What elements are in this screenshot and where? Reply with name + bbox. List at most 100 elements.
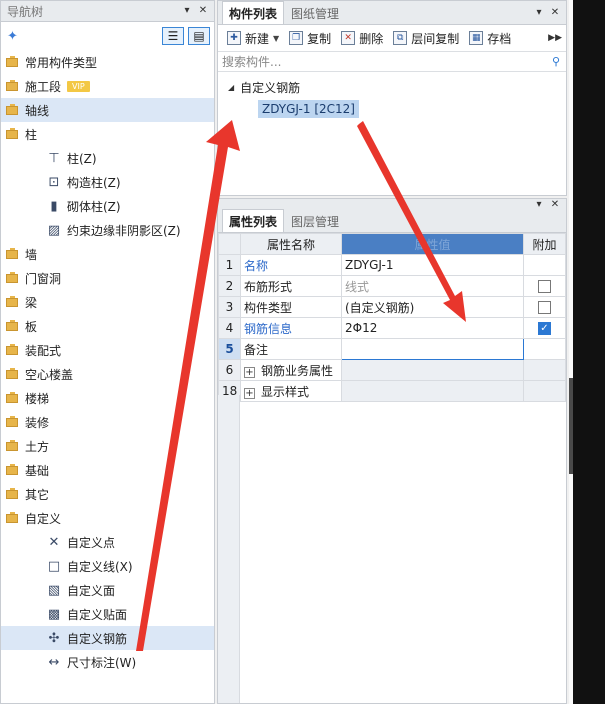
nav-subitem[interactable]: ↔ 尺寸标注(W) bbox=[1, 650, 214, 674]
folder-icon bbox=[6, 319, 18, 331]
property-name: 布筋形式 bbox=[240, 275, 342, 297]
tab-property-list[interactable]: 属性列表 bbox=[222, 209, 285, 232]
nav-subitem[interactable]: ▧ 自定义面 bbox=[1, 578, 214, 602]
nav-category-item[interactable]: 楼梯 bbox=[1, 386, 214, 410]
nav-category-item[interactable]: 门窗洞 bbox=[1, 266, 214, 290]
nav-category-item[interactable]: 其它 bbox=[1, 482, 214, 506]
copy-button[interactable]: ❐ 复制 bbox=[284, 27, 336, 49]
add-sparkle-icon[interactable]: ✦ bbox=[7, 29, 18, 44]
component-search[interactable]: 搜索构件... ⚲ bbox=[218, 52, 566, 72]
table-row[interactable]: 18 + 显示样式 bbox=[218, 380, 566, 402]
nav-category-item[interactable]: 墙 bbox=[1, 242, 214, 266]
nav-subitem[interactable]: ▨ 约束边缘非阴影区(Z) bbox=[1, 218, 214, 242]
folder-icon bbox=[6, 343, 18, 355]
nav-category-item[interactable]: 基础 bbox=[1, 458, 214, 482]
expand-icon[interactable]: + bbox=[244, 387, 255, 399]
folder-icon bbox=[6, 55, 18, 67]
close-icon[interactable]: ✕ bbox=[196, 3, 210, 17]
nav-category-item[interactable]: 轴线 bbox=[1, 98, 214, 122]
tab-component-list[interactable]: 构件列表 bbox=[222, 1, 285, 24]
nav-category-item[interactable]: 柱 bbox=[1, 122, 214, 146]
nav-item-label: 板 bbox=[25, 319, 38, 334]
save-button[interactable]: ▦ 存档 bbox=[464, 27, 516, 49]
search-input[interactable]: 搜索构件... bbox=[222, 53, 281, 70]
add-checkbox[interactable] bbox=[538, 300, 551, 314]
nav-category-item[interactable]: 板 bbox=[1, 314, 214, 338]
floor-copy-button[interactable]: ⧉ 层间复制 bbox=[388, 27, 464, 49]
table-header-row: 属性名称 属性值 附加 bbox=[218, 233, 566, 255]
search-icon[interactable]: ⚲ bbox=[552, 55, 560, 68]
add-checkbox-checked[interactable]: ✓ bbox=[538, 321, 551, 335]
nav-category-item[interactable]: 常用构件类型 bbox=[1, 50, 214, 74]
close-icon[interactable]: ✕ bbox=[548, 5, 562, 19]
scrollbar-thumb[interactable] bbox=[569, 378, 573, 474]
chevron-down-icon[interactable]: ▼ bbox=[273, 34, 279, 43]
property-value[interactable]: 2Φ12 bbox=[341, 317, 524, 339]
nav-subitem[interactable]: ✣ 自定义钢筋 bbox=[1, 626, 214, 650]
header-value[interactable]: 属性值 bbox=[341, 233, 524, 255]
nav-item-label: 自定义点 bbox=[67, 535, 116, 550]
property-group[interactable]: + 显示样式 bbox=[240, 380, 342, 402]
nav-category-item[interactable]: 装修 bbox=[1, 410, 214, 434]
table-row[interactable]: 4 钢筋信息 2Φ12 ✓ bbox=[218, 317, 566, 339]
tree-child-node[interactable]: ZDYGJ-1 [2C12] bbox=[218, 98, 566, 120]
table-row[interactable]: 1 名称 ZDYGJ-1 bbox=[218, 254, 566, 276]
add-cell bbox=[523, 338, 566, 360]
nav-subitem[interactable]: ✕ 自定义点 bbox=[1, 530, 214, 554]
delete-button[interactable]: ✕ 删除 bbox=[336, 27, 388, 49]
table-row[interactable]: 3 构件类型 (自定义钢筋) bbox=[218, 296, 566, 318]
add-checkbox[interactable] bbox=[538, 279, 551, 293]
pin-icon[interactable]: ▾ bbox=[532, 197, 546, 211]
tile-view-icon[interactable]: ▤ bbox=[188, 27, 210, 45]
tab-drawing-management[interactable]: 图纸管理 bbox=[284, 2, 346, 24]
close-icon[interactable]: ✕ bbox=[548, 197, 562, 211]
nav-toolbar: ✦ ☰ ▤ bbox=[1, 22, 214, 50]
nav-item-label: 轴线 bbox=[25, 103, 50, 118]
nav-item-label: 梁 bbox=[25, 295, 38, 310]
nav-subitem[interactable]: ▩ 自定义贴面 bbox=[1, 602, 214, 626]
table-row[interactable]: 6 + 钢筋业务属性 bbox=[218, 359, 566, 381]
table-row[interactable]: 5 备注 bbox=[218, 338, 566, 360]
custom-line-icon: □ bbox=[47, 558, 61, 574]
property-value bbox=[341, 380, 524, 402]
component-tree: ◢ 自定义钢筋 ZDYGJ-1 [2C12] bbox=[218, 72, 566, 120]
nav-category-item[interactable]: 装配式 bbox=[1, 338, 214, 362]
nav-item-label: 土方 bbox=[25, 439, 50, 454]
scrollbar-track[interactable] bbox=[569, 0, 573, 704]
property-value[interactable]: (自定义钢筋) bbox=[341, 296, 524, 318]
nav-category-item[interactable]: 施工段 VIP bbox=[1, 74, 214, 98]
property-value[interactable]: ZDYGJ-1 bbox=[341, 254, 524, 276]
property-group-label: 钢筋业务属性 bbox=[261, 363, 334, 378]
nav-category-item[interactable]: 空心楼盖 bbox=[1, 362, 214, 386]
nav-item-label: 砌体柱(Z) bbox=[67, 199, 121, 214]
custom-face-icon: ▧ bbox=[47, 582, 61, 598]
tab-layer-management[interactable]: 图层管理 bbox=[284, 210, 346, 232]
nav-item-label: 柱 bbox=[25, 127, 38, 142]
nav-subitem[interactable]: ⊤ 柱(Z) bbox=[1, 146, 214, 170]
property-value[interactable]: 线式 bbox=[341, 275, 524, 297]
table-row[interactable]: 2 布筋形式 线式 bbox=[218, 275, 566, 297]
nav-subitem[interactable]: ⊡ 构造柱(Z) bbox=[1, 170, 214, 194]
property-name: 钢筋信息 bbox=[240, 317, 342, 339]
pin-icon[interactable]: ▾ bbox=[532, 5, 546, 19]
nav-subitem[interactable]: □ 自定义线(X) bbox=[1, 554, 214, 578]
nav-category-item[interactable]: 土方 bbox=[1, 434, 214, 458]
list-view-icon[interactable]: ☰ bbox=[162, 27, 184, 45]
new-button[interactable]: ✚ 新建 ▼ bbox=[222, 27, 284, 49]
remark-input[interactable] bbox=[341, 338, 524, 360]
nav-category-item[interactable]: 自定义 bbox=[1, 506, 214, 530]
folder-icon bbox=[6, 127, 18, 139]
header-add[interactable]: 附加 bbox=[523, 233, 566, 255]
nav-category-item[interactable]: 梁 bbox=[1, 290, 214, 314]
pin-icon[interactable]: ▾ bbox=[180, 3, 194, 17]
nav-item-label: 自定义 bbox=[25, 511, 62, 526]
property-group[interactable]: + 钢筋业务属性 bbox=[240, 359, 342, 381]
collapse-triangle-icon[interactable]: ◢ bbox=[228, 83, 234, 92]
nav-item-label: 自定义钢筋 bbox=[67, 631, 128, 646]
tree-root-node[interactable]: ◢ 自定义钢筋 bbox=[218, 76, 566, 98]
nav-subitem[interactable]: ▮ 砌体柱(Z) bbox=[1, 194, 214, 218]
header-name[interactable]: 属性名称 bbox=[240, 233, 342, 255]
more-icon[interactable]: ▶▶ bbox=[548, 33, 562, 43]
nav-item-label: 其它 bbox=[25, 487, 50, 502]
expand-icon[interactable]: + bbox=[244, 366, 255, 378]
